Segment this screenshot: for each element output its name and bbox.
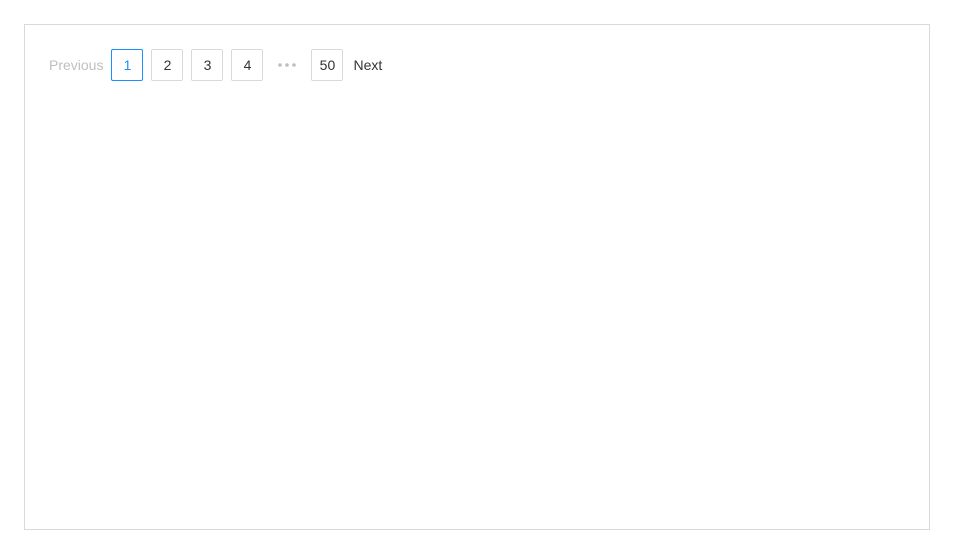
- pagination: Previous 1 2 3 4 50 Next: [49, 49, 382, 81]
- pagination-container: Previous 1 2 3 4 50 Next: [24, 24, 930, 530]
- page-number-label: 3: [203, 57, 212, 73]
- page-button-2[interactable]: 2: [151, 49, 184, 81]
- page-number-label: 4: [243, 57, 252, 73]
- page-button-1[interactable]: 1: [111, 49, 144, 81]
- page-button-3[interactable]: 3: [191, 49, 224, 81]
- page-button-4[interactable]: 4: [231, 49, 264, 81]
- more-horizontal-icon: [278, 63, 297, 67]
- previous-button[interactable]: Previous: [49, 49, 103, 81]
- page-button-50[interactable]: 50: [311, 49, 344, 81]
- page-number-label: 1: [123, 57, 132, 73]
- page-number-label: 50: [319, 57, 336, 73]
- page-number-label: 2: [163, 57, 172, 73]
- next-button[interactable]: Next: [353, 49, 382, 81]
- jump-next-button[interactable]: [271, 49, 303, 81]
